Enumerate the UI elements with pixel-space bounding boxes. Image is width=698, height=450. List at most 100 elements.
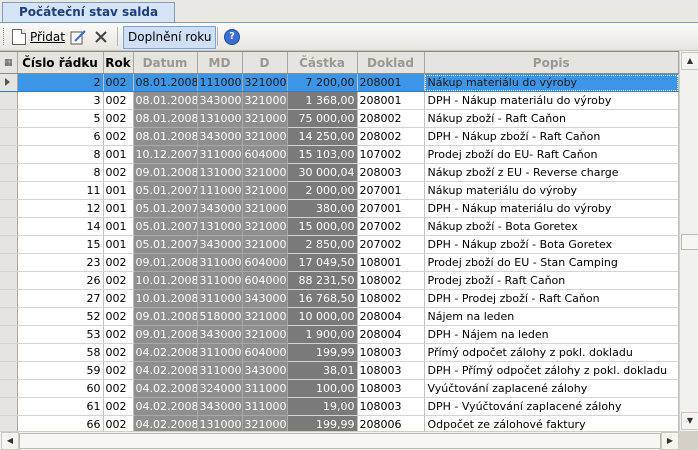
cell-rok[interactable]: 002 bbox=[103, 163, 134, 182]
cell-datum[interactable]: 05.01.2007 bbox=[133, 235, 198, 254]
cell-cislo[interactable]: 3 bbox=[17, 91, 104, 110]
cell-doklad[interactable]: 108001 bbox=[357, 253, 425, 272]
cell-doklad[interactable]: 208004 bbox=[357, 325, 425, 344]
cell-d[interactable]: 311000 bbox=[242, 397, 288, 416]
cell-rok[interactable]: 001 bbox=[103, 181, 134, 200]
cell-doklad[interactable]: 207002 bbox=[357, 217, 425, 236]
row-selector[interactable] bbox=[0, 271, 18, 290]
cell-popis[interactable]: DPH - Nákup materiálu do výroby bbox=[424, 199, 679, 218]
cell-popis[interactable]: Odpočet ze zálohové faktury bbox=[424, 415, 679, 432]
cell-cislo[interactable]: 26 bbox=[17, 271, 104, 290]
cell-castka[interactable]: 380,00 bbox=[287, 199, 358, 218]
cell-castka[interactable]: 15 000,00 bbox=[287, 217, 358, 236]
cell-datum[interactable]: 09.01.2008 bbox=[133, 253, 198, 272]
table-row[interactable]: 52 002 09.01.2008 518000 321000 10 000,00 2080… bbox=[0, 307, 679, 326]
row-selector[interactable] bbox=[0, 145, 18, 164]
cell-popis[interactable]: Nájem na leden bbox=[424, 307, 679, 326]
cell-popis[interactable]: Nákup materiálu do výroby bbox=[424, 181, 679, 200]
cell-doklad[interactable]: 207002 bbox=[357, 235, 425, 254]
cell-datum[interactable]: 09.01.2008 bbox=[133, 325, 198, 344]
cell-datum[interactable]: 05.01.2007 bbox=[133, 217, 198, 236]
cell-datum[interactable]: 10.12.2007 bbox=[133, 145, 198, 164]
cell-d[interactable]: 321000 bbox=[242, 217, 288, 236]
cell-cislo[interactable]: 60 bbox=[17, 379, 104, 398]
cell-cislo[interactable]: 14 bbox=[17, 217, 104, 236]
cell-cislo[interactable]: 53 bbox=[17, 325, 104, 344]
cell-datum[interactable]: 08.01.2008 bbox=[133, 73, 198, 92]
cell-d[interactable]: 343000 bbox=[242, 361, 288, 380]
table-row[interactable]: 59 002 04.02.2008 311000 343000 38,01 108003 DP… bbox=[0, 361, 679, 380]
row-selector[interactable] bbox=[0, 127, 18, 146]
cell-d[interactable]: 321000 bbox=[242, 235, 288, 254]
row-selector[interactable] bbox=[0, 253, 18, 272]
cell-d[interactable]: 321000 bbox=[242, 163, 288, 182]
cell-popis[interactable]: Vyúčtování zaplacené zálohy bbox=[424, 379, 679, 398]
cell-md[interactable]: 518000 bbox=[197, 307, 243, 326]
cell-datum[interactable]: 04.02.2008 bbox=[133, 415, 198, 432]
column-header-cislo-radku[interactable]: Číslo řádku bbox=[17, 52, 104, 74]
cell-doklad[interactable]: 208004 bbox=[357, 307, 425, 326]
cell-d[interactable]: 604000 bbox=[242, 253, 288, 272]
cell-doklad[interactable]: 108003 bbox=[357, 361, 425, 380]
cell-md[interactable]: 311000 bbox=[197, 253, 243, 272]
cell-datum[interactable]: 04.02.2008 bbox=[133, 343, 198, 362]
cell-d[interactable]: 321000 bbox=[242, 127, 288, 146]
help-button[interactable]: ? bbox=[224, 26, 240, 47]
grid-corner-icon[interactable]: ▦ bbox=[0, 52, 18, 74]
cell-rok[interactable]: 002 bbox=[103, 127, 134, 146]
cell-rok[interactable]: 002 bbox=[103, 361, 134, 380]
cell-popis[interactable]: DPH - Vyúčtování zaplacené zálohy bbox=[424, 397, 679, 416]
cell-d[interactable]: 321000 bbox=[242, 325, 288, 344]
cell-cislo[interactable]: 8 bbox=[17, 163, 104, 182]
cell-md[interactable]: 343000 bbox=[197, 127, 243, 146]
row-selector[interactable] bbox=[0, 73, 18, 92]
cell-rok[interactable]: 002 bbox=[103, 73, 134, 92]
column-header-popis[interactable]: Popis bbox=[424, 52, 679, 74]
cell-doklad[interactable]: 208002 bbox=[357, 109, 425, 128]
cell-castka[interactable]: 38,01 bbox=[287, 361, 358, 380]
cell-castka[interactable]: 1 368,00 bbox=[287, 91, 358, 110]
add-button[interactable]: Přidat bbox=[12, 26, 65, 47]
cell-md[interactable]: 111000 bbox=[197, 181, 243, 200]
cell-castka[interactable]: 30 000,04 bbox=[287, 163, 358, 182]
row-selector[interactable] bbox=[0, 415, 18, 432]
cell-d[interactable]: 321000 bbox=[242, 181, 288, 200]
cell-rok[interactable]: 002 bbox=[103, 253, 134, 272]
cell-md[interactable]: 343000 bbox=[197, 91, 243, 110]
cell-cislo[interactable]: 8 bbox=[17, 145, 104, 164]
cell-cislo[interactable]: 27 bbox=[17, 289, 104, 308]
row-selector[interactable] bbox=[0, 397, 18, 416]
cell-rok[interactable]: 002 bbox=[103, 397, 134, 416]
cell-popis[interactable]: Prodej zboží do EU - Stan Camping bbox=[424, 253, 679, 272]
cell-castka[interactable]: 199,99 bbox=[287, 415, 358, 432]
vertical-scrollbar[interactable]: ▲ ▼ bbox=[679, 51, 698, 431]
cell-castka[interactable]: 100,00 bbox=[287, 379, 358, 398]
cell-doklad[interactable]: 108003 bbox=[357, 397, 425, 416]
row-selector[interactable] bbox=[0, 361, 18, 380]
cell-cislo[interactable]: 11 bbox=[17, 181, 104, 200]
cell-castka[interactable]: 1 900,00 bbox=[287, 325, 358, 344]
cell-cislo[interactable]: 23 bbox=[17, 253, 104, 272]
cell-castka[interactable]: 2 000,00 bbox=[287, 181, 358, 200]
cell-cislo[interactable]: 2 bbox=[17, 73, 104, 92]
cell-datum[interactable]: 10.01.2008 bbox=[133, 289, 198, 308]
cell-popis[interactable]: DPH - Prodej zboží - Raft Caňon bbox=[424, 289, 679, 308]
cell-popis[interactable]: Přímý odpočet zálohy z pokl. dokladu bbox=[424, 343, 679, 362]
cell-popis[interactable]: Prodej zboží - Raft Caňon bbox=[424, 271, 679, 290]
cell-md[interactable]: 324000 bbox=[197, 379, 243, 398]
cell-md[interactable]: 343000 bbox=[197, 199, 243, 218]
cell-md[interactable]: 343000 bbox=[197, 397, 243, 416]
cell-rok[interactable]: 002 bbox=[103, 343, 134, 362]
cell-d[interactable]: 321000 bbox=[242, 415, 288, 432]
cell-popis[interactable]: DPH - Přímý odpočet zálohy z pokl. dokla… bbox=[424, 361, 679, 380]
cell-doklad[interactable]: 108003 bbox=[357, 379, 425, 398]
cell-datum[interactable]: 04.02.2008 bbox=[133, 397, 198, 416]
cell-rok[interactable]: 002 bbox=[103, 415, 134, 432]
delete-button[interactable] bbox=[94, 26, 108, 47]
column-header-doklad[interactable]: Doklad bbox=[357, 52, 425, 74]
cell-d[interactable]: 604000 bbox=[242, 271, 288, 290]
cell-datum[interactable]: 04.02.2008 bbox=[133, 361, 198, 380]
scroll-right-button[interactable]: ▶ bbox=[661, 432, 679, 450]
cell-d[interactable]: 604000 bbox=[242, 343, 288, 362]
cell-md[interactable]: 311000 bbox=[197, 271, 243, 290]
